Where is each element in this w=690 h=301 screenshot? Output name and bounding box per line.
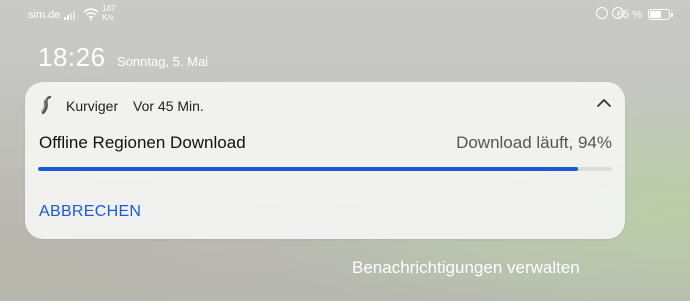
carrier-label: sim.de xyxy=(28,9,61,21)
hotspot-icon xyxy=(596,7,608,19)
battery-icon xyxy=(648,9,673,20)
download-notification[interactable]: Kurviger Vor 45 Min. Offline Regionen Do… xyxy=(25,82,625,239)
signal-icon xyxy=(64,10,80,20)
wifi-icon xyxy=(83,8,99,21)
cancel-button[interactable]: ABBRECHEN xyxy=(39,203,141,221)
download-progress-fill xyxy=(38,167,578,171)
download-progress-bar xyxy=(38,167,612,171)
kurviger-app-icon xyxy=(41,96,52,114)
notification-time: Vor 45 Min. xyxy=(133,98,204,114)
status-bar: sim.de 187 K/s 65 % xyxy=(0,0,690,30)
manage-notifications-link[interactable]: Benachrichtigungen verwalten xyxy=(352,258,580,278)
battery-percent: 65 % xyxy=(616,9,642,21)
lockscreen-clock: 18:26 xyxy=(38,42,106,72)
network-speed-unit: K/s xyxy=(102,13,114,22)
lockscreen-date: Sonntag, 5. Mai xyxy=(117,54,209,69)
download-status: Download läuft, 94% xyxy=(456,133,612,152)
battery-fill xyxy=(650,11,661,18)
network-speed: 187 K/s xyxy=(102,4,115,22)
notification-title: Offline Regionen Download xyxy=(39,133,246,152)
chevron-up-icon[interactable] xyxy=(595,96,613,110)
network-speed-value: 187 xyxy=(102,4,116,13)
notification-app-name: Kurviger xyxy=(66,98,119,114)
